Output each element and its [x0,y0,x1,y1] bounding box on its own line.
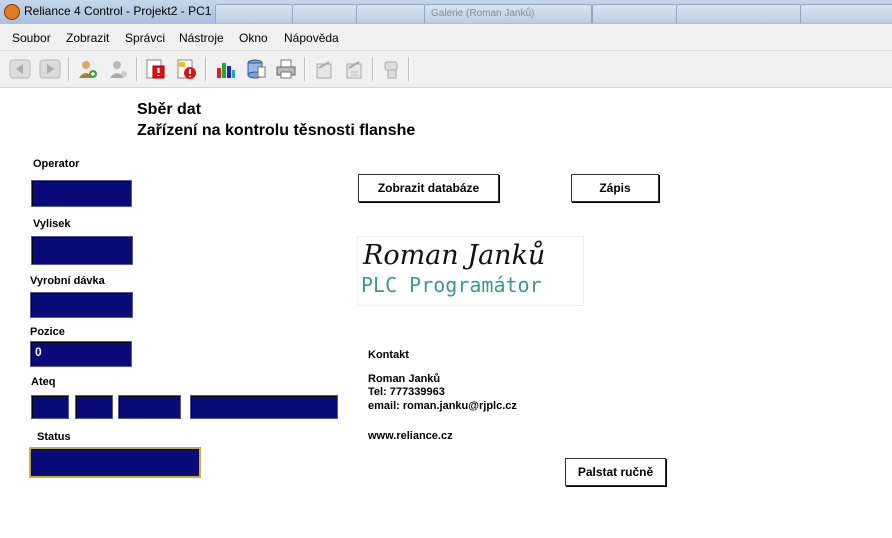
browser-tab-4[interactable]: Galerie (Roman Janků) [424,4,592,23]
report-icon[interactable] [312,58,336,80]
forward-icon[interactable] [38,58,62,80]
title-bar: Reliance 4 Control - Projekt2 - PC1 Gale… [0,0,892,24]
browser-tab-6[interactable] [676,4,802,23]
toolbar-separator [372,57,374,81]
add-user-icon[interactable] [75,58,99,80]
stamp-manually-button[interactable]: Palstat ručně [565,458,666,486]
vylisek-label: Vylisek [33,218,71,230]
page-title: Sběr dat [137,101,202,118]
toolbar [0,51,892,88]
operator-label: Operator [33,158,80,170]
menu-okno[interactable]: Okno [239,31,268,45]
menu-napoveda[interactable]: Nápověda [284,31,339,45]
toolbar-separator [304,57,306,81]
page-subtitle: Zařízení na kontrolu těsnosti flanshe [137,122,416,139]
pozice-label: Pozice [30,326,65,338]
toolbar-separator [205,57,207,81]
menu-spravci[interactable]: Správci [125,31,165,45]
contact-tel: Tel: 777339963 [368,386,445,398]
app-icon [4,4,20,20]
ateq-label: Ateq [31,376,56,388]
toolbar-separator [408,57,410,81]
ateq-field-3[interactable] [118,395,181,419]
status-label: Status [37,431,71,443]
recipe-icon[interactable] [380,58,404,80]
back-icon[interactable] [8,58,32,80]
write-button[interactable]: Zápis [571,174,659,202]
contact-web: www.reliance.cz [368,430,453,442]
alarm-warning-icon[interactable] [174,58,198,80]
browser-tab-3[interactable] [356,4,426,23]
browser-tab-2[interactable] [292,4,358,23]
ateq-field-4[interactable] [190,395,338,419]
browser-tab-1[interactable] [215,4,293,23]
user-icon[interactable] [106,58,130,80]
alarm-icon[interactable] [143,58,167,80]
window-title: Reliance 4 Control - Projekt2 - PC1 [24,4,212,18]
logo: Roman Janků PLC Programátor [357,236,584,306]
pozice-field[interactable]: 0 [30,341,132,367]
ateq-field-1[interactable] [31,395,69,419]
contact-heading: Kontakt [368,349,409,361]
ateq-field-2[interactable] [75,395,113,419]
menu-bar: Soubor Zobrazit Správci Nástroje Okno Ná… [0,24,892,51]
browser-tab-7[interactable] [800,4,892,23]
logo-role: PLC Programátor [361,273,542,297]
davka-label: Vyrobní dávka [30,275,105,287]
database-icon[interactable] [244,58,268,80]
menu-zobrazit[interactable]: Zobrazit [66,31,109,45]
menu-soubor[interactable]: Soubor [12,31,51,45]
show-database-button[interactable]: Zobrazit databáze [358,174,499,202]
logo-name: Roman Janků [363,240,546,271]
contact-email: email: roman.janku@rjplc.cz [368,400,517,412]
contact-name: Roman Janků [368,373,441,385]
toolbar-separator [68,57,70,81]
davka-field[interactable] [30,292,133,318]
printer-icon[interactable] [274,58,298,80]
report-edit-icon[interactable] [342,58,366,80]
browser-tab-5[interactable] [592,4,678,23]
chart-icon[interactable] [213,58,237,80]
operator-field[interactable] [31,180,132,207]
status-field [29,447,201,478]
toolbar-separator [136,57,138,81]
menu-nastroje[interactable]: Nástroje [179,31,224,45]
vylisek-field[interactable] [31,236,133,265]
